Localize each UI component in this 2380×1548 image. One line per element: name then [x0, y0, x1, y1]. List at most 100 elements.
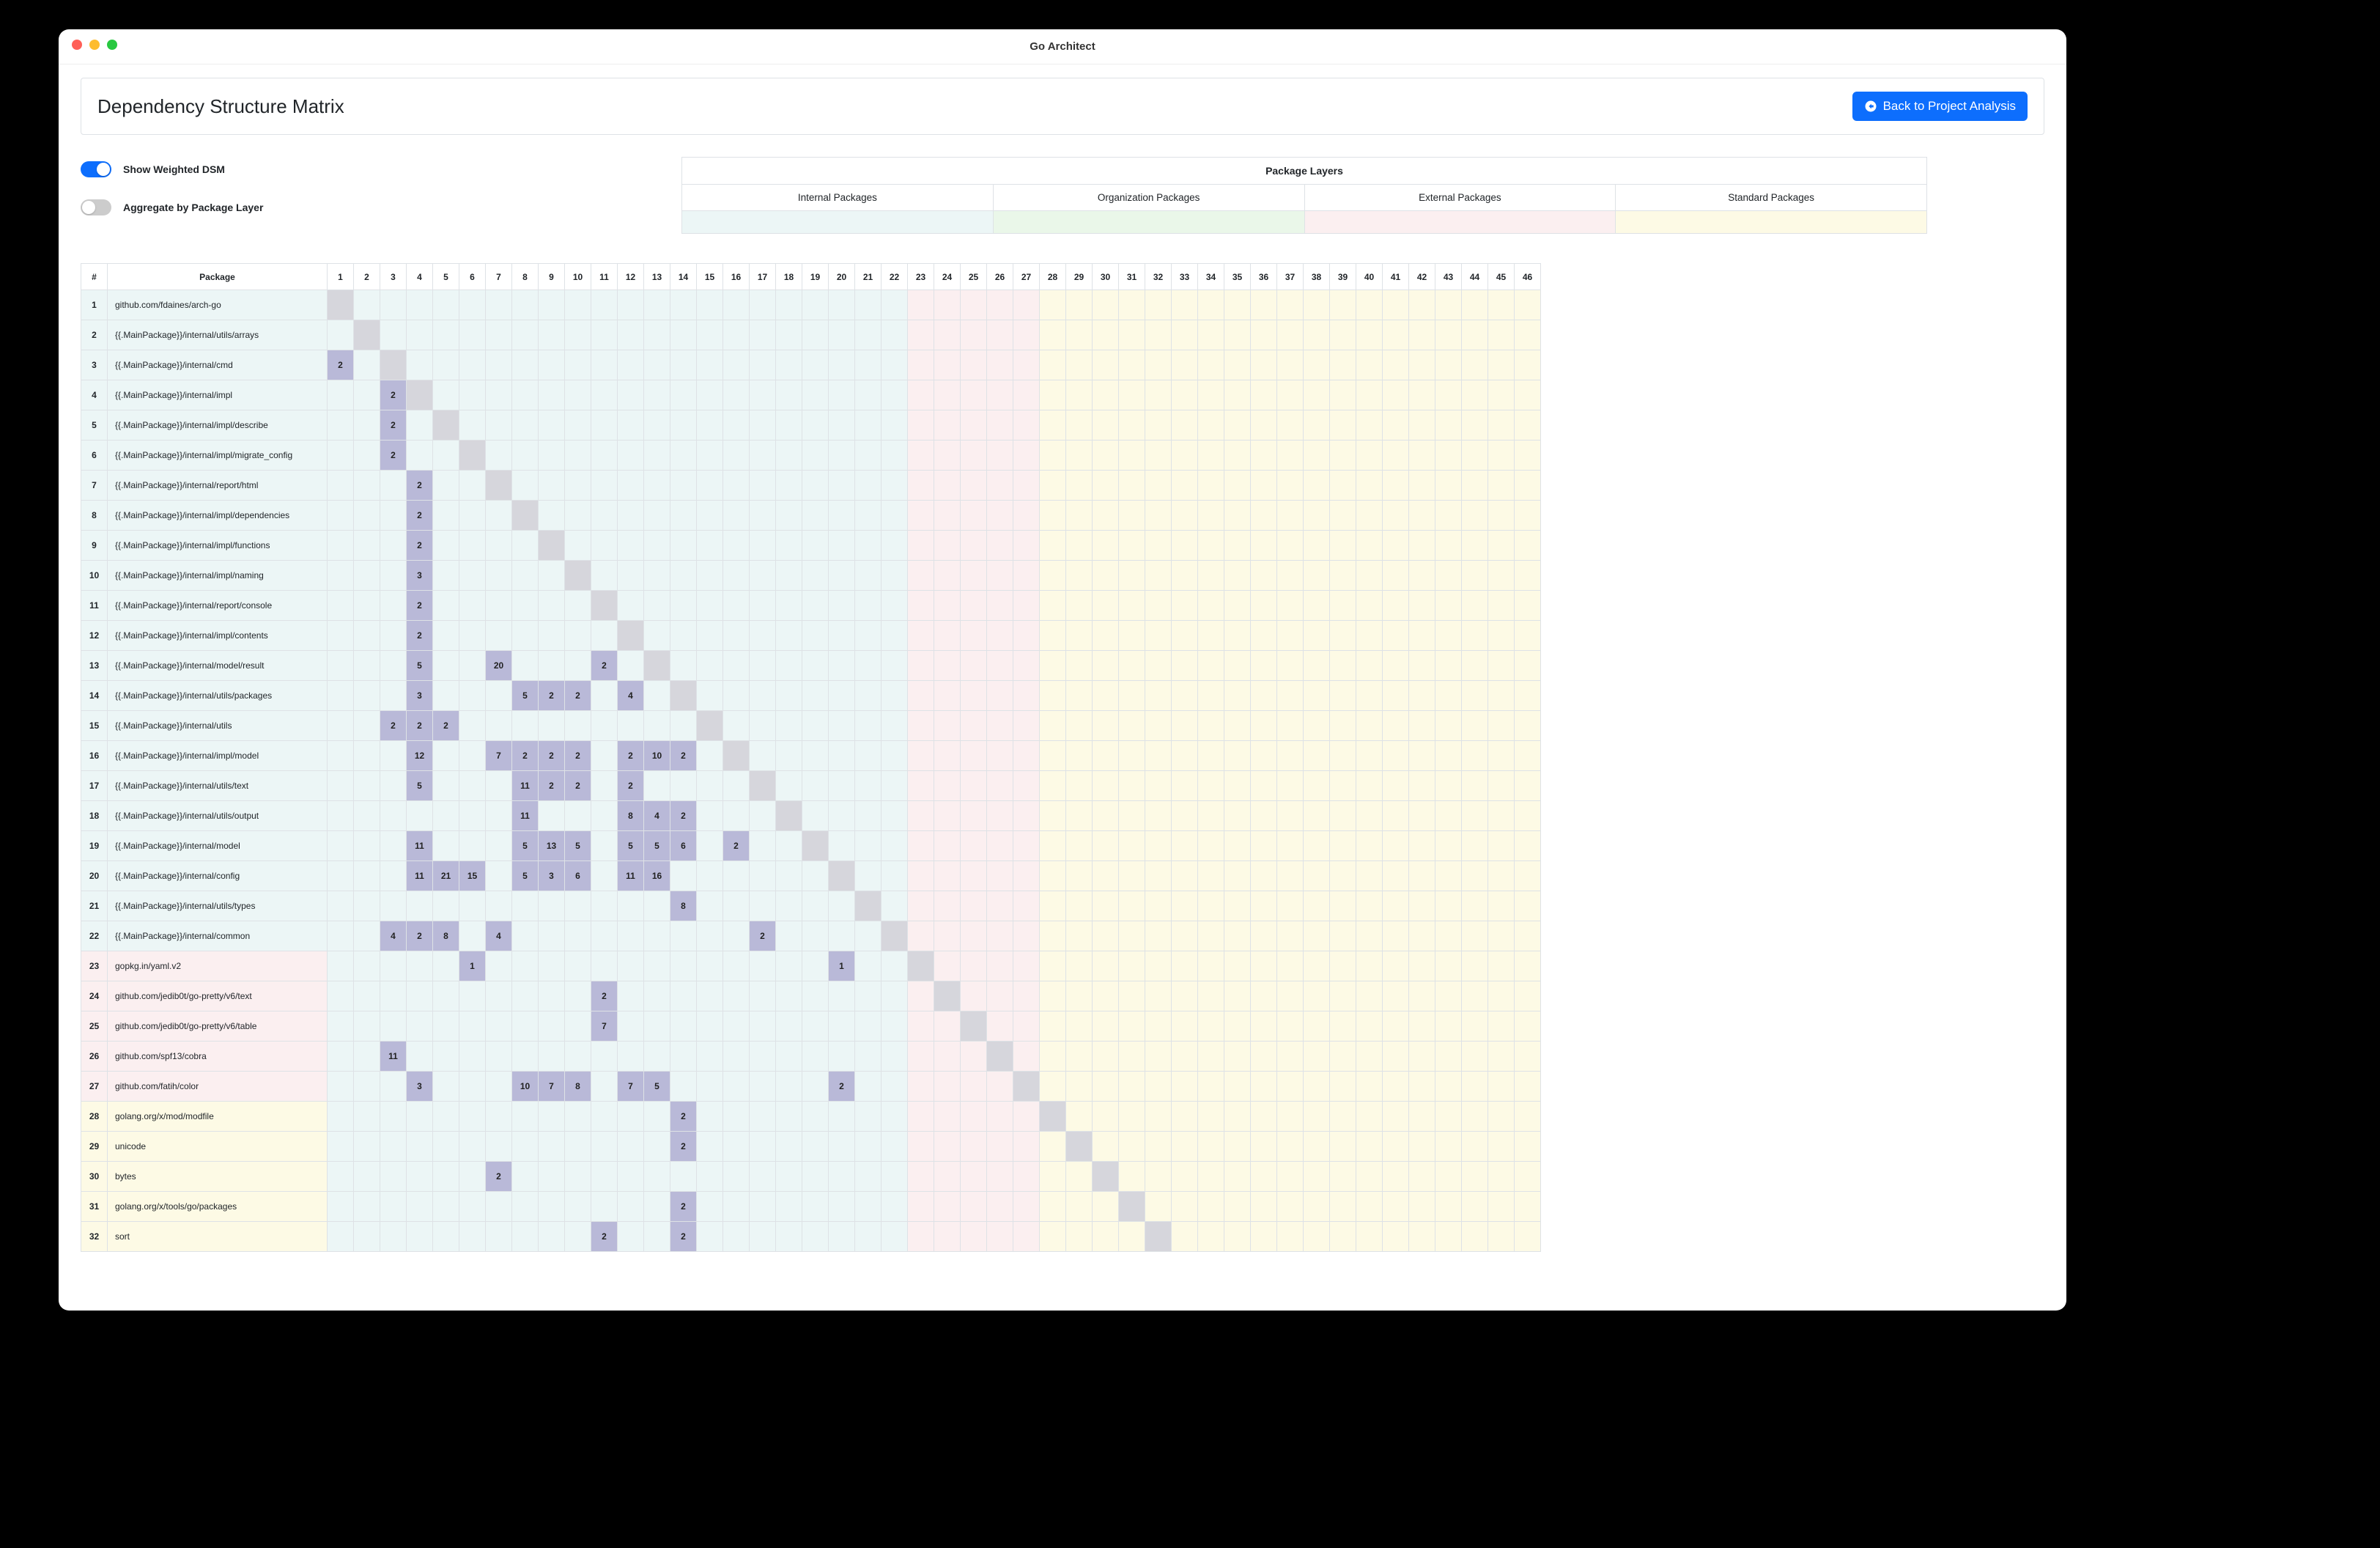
row-package: github.com/spf13/cobra	[108, 1042, 328, 1072]
dsm-cell	[802, 861, 829, 891]
switch-icon[interactable]	[81, 161, 111, 177]
dsm-cell	[1462, 651, 1488, 681]
dsm-cell	[697, 1162, 723, 1192]
dsm-cell	[1330, 831, 1356, 861]
toggle-aggregate-layer[interactable]: Aggregate by Package Layer	[81, 199, 652, 215]
dsm-cell	[644, 891, 670, 921]
dsm-cell	[723, 591, 750, 621]
dsm-cell	[618, 1222, 644, 1252]
dsm-cell	[1145, 711, 1172, 741]
row-index: 19	[81, 831, 108, 861]
dsm-cell: 8	[670, 891, 697, 921]
dsm-header-col: 18	[776, 264, 802, 290]
dsm-cell	[1383, 861, 1409, 891]
package-layers-legend: Package Layers Internal PackagesOrganiza…	[681, 157, 1927, 234]
dsm-cell	[908, 380, 934, 410]
dsm-cell	[1093, 1132, 1119, 1162]
dsm-cell	[459, 1162, 486, 1192]
dsm-cell	[723, 1132, 750, 1162]
dsm-cell	[591, 410, 618, 441]
dsm-cell	[1488, 380, 1515, 410]
dsm-cell	[380, 1132, 407, 1162]
table-row: 24github.com/jedib0t/go-pretty/v6/text2	[81, 981, 1541, 1011]
dsm-cell	[908, 350, 934, 380]
dsm-cell	[1435, 441, 1462, 471]
dsm-cell	[934, 621, 961, 651]
dsm-cell	[1040, 441, 1066, 471]
dsm-cell	[618, 891, 644, 921]
dsm-cell	[882, 711, 908, 741]
row-index: 28	[81, 1102, 108, 1132]
dsm-cell	[618, 441, 644, 471]
toggle-weighted-dsm[interactable]: Show Weighted DSM	[81, 161, 652, 177]
dsm-cell	[539, 380, 565, 410]
dsm-cell	[433, 531, 459, 561]
dsm-header-col: 32	[1145, 264, 1172, 290]
row-package: github.com/jedib0t/go-pretty/v6/table	[108, 1011, 328, 1042]
dsm-cell	[407, 891, 433, 921]
dsm-cell	[1409, 1222, 1435, 1252]
dsm-cell	[1435, 771, 1462, 801]
maximize-icon[interactable]	[107, 40, 117, 50]
dsm-cell	[1251, 861, 1277, 891]
dsm-cell	[1119, 290, 1145, 320]
minimize-icon[interactable]	[89, 40, 100, 50]
dsm-cell	[565, 1192, 591, 1222]
back-button[interactable]: Back to Project Analysis	[1852, 92, 2028, 121]
dsm-cell	[433, 471, 459, 501]
row-index: 27	[81, 1072, 108, 1102]
dsm-cell	[328, 1222, 354, 1252]
dsm-cell	[1251, 531, 1277, 561]
dsm-cell	[1488, 1072, 1515, 1102]
dsm-cell	[1330, 1132, 1356, 1162]
dsm-cell	[1251, 681, 1277, 711]
dsm-cell	[750, 1162, 776, 1192]
dsm-cell: 5	[644, 1072, 670, 1102]
dsm-cell	[750, 471, 776, 501]
dsm-cell	[1356, 741, 1383, 771]
dsm-cell	[697, 951, 723, 981]
dsm-cell	[1462, 1072, 1488, 1102]
dsm-cell	[750, 741, 776, 771]
dsm-cell	[1462, 410, 1488, 441]
dsm-cell	[591, 891, 618, 921]
dsm-cell	[723, 1162, 750, 1192]
dsm-cell	[908, 290, 934, 320]
dsm-cell	[1356, 1222, 1383, 1252]
dsm-cell	[1488, 1162, 1515, 1192]
dsm-cell	[934, 1011, 961, 1042]
dsm-cell	[486, 561, 512, 591]
dsm-cell	[565, 951, 591, 981]
dsm-cell	[961, 771, 987, 801]
dsm-cell	[1462, 501, 1488, 531]
dsm-cell	[961, 441, 987, 471]
close-icon[interactable]	[72, 40, 82, 50]
dsm-cell	[1066, 621, 1093, 651]
dsm-cell	[512, 1222, 539, 1252]
dsm-cell	[855, 621, 882, 651]
dsm-cell	[670, 621, 697, 651]
row-package: gopkg.in/yaml.v2	[108, 951, 328, 981]
dsm-cell	[723, 320, 750, 350]
dsm-header-col: 16	[723, 264, 750, 290]
dsm-cell	[1224, 621, 1251, 651]
dsm-cell	[802, 681, 829, 711]
dsm-cell	[1040, 380, 1066, 410]
switch-icon[interactable]	[81, 199, 111, 215]
dsm-cell	[934, 320, 961, 350]
dsm-cell	[1304, 771, 1330, 801]
dsm-cell	[539, 1192, 565, 1222]
dsm-cell	[565, 921, 591, 951]
dsm-cell	[723, 441, 750, 471]
dsm-header-col: 22	[882, 264, 908, 290]
dsm-cell	[1277, 1011, 1304, 1042]
dsm-cell	[1066, 561, 1093, 591]
dsm-cell	[1224, 1102, 1251, 1132]
dsm-cell	[591, 741, 618, 771]
layer-name: External Packages	[1305, 185, 1616, 211]
dsm-cell	[1145, 621, 1172, 651]
dsm-cell	[961, 621, 987, 651]
dsm-cell	[1488, 1011, 1515, 1042]
dsm-cell	[1304, 350, 1330, 380]
row-index: 16	[81, 741, 108, 771]
